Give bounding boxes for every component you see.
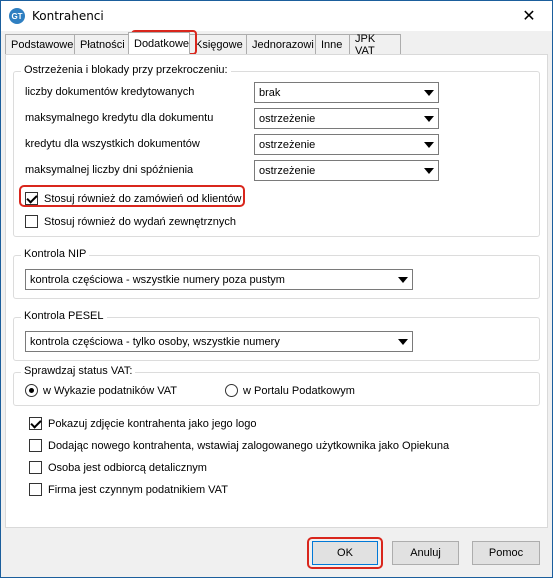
max-late-days-select[interactable]: ostrzeżenie bbox=[254, 160, 439, 181]
assign-caretaker-checkbox[interactable]: Dodając nowego kontrahenta, wstawiaj zal… bbox=[29, 439, 449, 452]
cancel-button[interactable]: Anuluj bbox=[392, 541, 459, 565]
pesel-legend: Kontrola PESEL bbox=[21, 310, 107, 322]
warnings-row-label: liczby dokumentów kredytowanych bbox=[25, 86, 195, 98]
max-doc-credit-select[interactable]: ostrzeżenie bbox=[254, 108, 439, 129]
pesel-group: Kontrola PESEL kontrola częściowa - tylk… bbox=[13, 310, 540, 361]
nip-control-select[interactable]: kontrola częściowa - wszystkie numery po… bbox=[25, 269, 413, 290]
tab-podstawowe[interactable]: Podstawowe bbox=[5, 34, 75, 54]
apply-external-label: Stosuj również do wydań zewnętrznych bbox=[44, 215, 236, 228]
vat-registry-label: w Wykazie podatników VAT bbox=[43, 384, 177, 397]
tab-ksiegowe[interactable]: Księgowe bbox=[189, 34, 247, 54]
tax-portal-radio[interactable]: w Portalu Podatkowym bbox=[225, 384, 355, 397]
vat-status-legend: Sprawdzaj status VAT: bbox=[21, 365, 136, 377]
assign-caretaker-label: Dodając nowego kontrahenta, wstawiaj zal… bbox=[48, 439, 450, 452]
retail-recipient-label: Osoba jest odbiorcą detalicznym bbox=[48, 461, 207, 474]
chevron-down-icon bbox=[424, 116, 434, 122]
radio-unselected-icon bbox=[225, 384, 238, 397]
kontrahenci-dialog: GT Kontrahenci ✕ Podstawowe Płatności Do… bbox=[0, 0, 553, 578]
radio-selected-icon bbox=[25, 384, 38, 397]
vat-status-group: Sprawdzaj status VAT: w Wykazie podatnik… bbox=[13, 365, 540, 406]
chevron-down-icon bbox=[398, 277, 408, 283]
checkbox-checked-icon bbox=[29, 417, 42, 430]
select-value: ostrzeżenie bbox=[259, 138, 316, 151]
tab-dodatkowe[interactable]: Dodatkowe bbox=[128, 32, 190, 54]
all-docs-credit-select[interactable]: ostrzeżenie bbox=[254, 134, 439, 155]
tab-jpk-vat[interactable]: JPK VAT bbox=[349, 33, 401, 57]
close-icon[interactable]: ✕ bbox=[506, 1, 552, 31]
help-button[interactable]: Pomoc bbox=[472, 541, 540, 565]
credit-docs-count-select[interactable]: brak bbox=[254, 82, 439, 103]
apply-external-checkbox[interactable]: Stosuj również do wydań zewnętrznych bbox=[25, 215, 236, 228]
apply-orders-highlight-marker bbox=[19, 185, 245, 207]
ok-highlight-marker bbox=[307, 537, 383, 569]
tax-portal-label: w Portalu Podatkowym bbox=[243, 384, 355, 397]
active-vat-payer-checkbox[interactable]: Firma jest czynnym podatnikiem VAT bbox=[29, 483, 228, 496]
select-value: kontrola częściowa - tylko osoby, wszyst… bbox=[30, 335, 280, 348]
tab-jednorazowi[interactable]: Jednorazowi bbox=[246, 34, 316, 54]
chevron-down-icon bbox=[398, 339, 408, 345]
tab-strip: Podstawowe Płatności Dodatkowe Księgowe … bbox=[5, 32, 401, 57]
show-photo-checkbox[interactable]: Pokazuj zdjęcie kontrahenta jako jego lo… bbox=[29, 417, 257, 430]
warnings-group: Ostrzeżenia i blokady przy przekroczeniu… bbox=[13, 64, 540, 237]
window-title: Kontrahenci bbox=[32, 9, 104, 23]
show-photo-label: Pokazuj zdjęcie kontrahenta jako jego lo… bbox=[48, 417, 257, 430]
chevron-down-icon bbox=[424, 168, 434, 174]
select-value: brak bbox=[259, 86, 281, 99]
checkbox-unchecked-icon bbox=[29, 439, 42, 452]
warnings-legend: Ostrzeżenia i blokady przy przekroczeniu… bbox=[21, 64, 231, 76]
chevron-down-icon bbox=[424, 142, 434, 148]
select-value: kontrola częściowa - wszystkie numery po… bbox=[30, 273, 285, 286]
nip-group: Kontrola NIP kontrola częściowa - wszyst… bbox=[13, 248, 540, 299]
retail-recipient-checkbox[interactable]: Osoba jest odbiorcą detalicznym bbox=[29, 461, 207, 474]
checkbox-unchecked-icon bbox=[25, 215, 38, 228]
tab-panel-dodatkowe: Ostrzeżenia i blokady przy przekroczeniu… bbox=[5, 54, 548, 528]
tab-inne[interactable]: Inne bbox=[315, 34, 350, 54]
title-bar[interactable]: GT Kontrahenci ✕ bbox=[1, 1, 552, 31]
nip-legend: Kontrola NIP bbox=[21, 248, 90, 260]
active-vat-payer-label: Firma jest czynnym podatnikiem VAT bbox=[48, 483, 228, 496]
warnings-row-label: maksymalnej liczby dni spóźnienia bbox=[25, 164, 194, 176]
checkbox-unchecked-icon bbox=[29, 483, 42, 496]
tab-platnosci[interactable]: Płatności bbox=[74, 34, 129, 54]
checkbox-unchecked-icon bbox=[29, 461, 42, 474]
pesel-control-select[interactable]: kontrola częściowa - tylko osoby, wszyst… bbox=[25, 331, 413, 352]
select-value: ostrzeżenie bbox=[259, 112, 316, 125]
app-icon: GT bbox=[9, 8, 25, 24]
vat-registry-radio[interactable]: w Wykazie podatników VAT bbox=[25, 384, 177, 397]
warnings-row-label: kredytu dla wszystkich dokumentów bbox=[25, 138, 200, 150]
select-value: ostrzeżenie bbox=[259, 164, 316, 177]
chevron-down-icon bbox=[424, 90, 434, 96]
warnings-row-label: maksymalnego kredytu dla dokumentu bbox=[25, 112, 214, 124]
